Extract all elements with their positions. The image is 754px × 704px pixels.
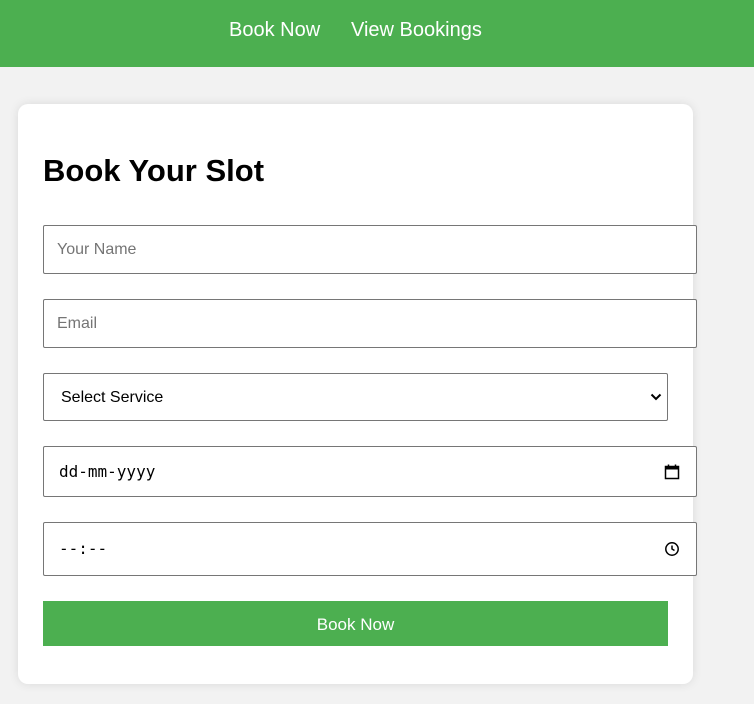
email-input[interactable]	[43, 299, 697, 348]
book-now-button[interactable]: Book Now	[43, 601, 668, 646]
service-select[interactable]: Select Service	[43, 373, 668, 421]
chevron-down-icon	[650, 393, 662, 401]
form-title: Book Your Slot	[43, 153, 265, 188]
top-navigation-bar: Book Now View Bookings	[0, 0, 754, 67]
clock-icon[interactable]	[664, 541, 680, 557]
date-input-value: dd-mm-yyyy	[59, 462, 156, 481]
time-input-value: --:--	[59, 539, 108, 558]
nav-link-view-bookings[interactable]: View Bookings	[351, 18, 482, 42]
nav-link-book-now[interactable]: Book Now	[229, 18, 320, 42]
name-input[interactable]	[43, 225, 697, 274]
time-input[interactable]: --:--	[43, 522, 697, 576]
service-select-value: Select Service	[61, 389, 164, 406]
date-input[interactable]: dd-mm-yyyy	[43, 446, 697, 497]
calendar-icon[interactable]	[664, 464, 680, 480]
